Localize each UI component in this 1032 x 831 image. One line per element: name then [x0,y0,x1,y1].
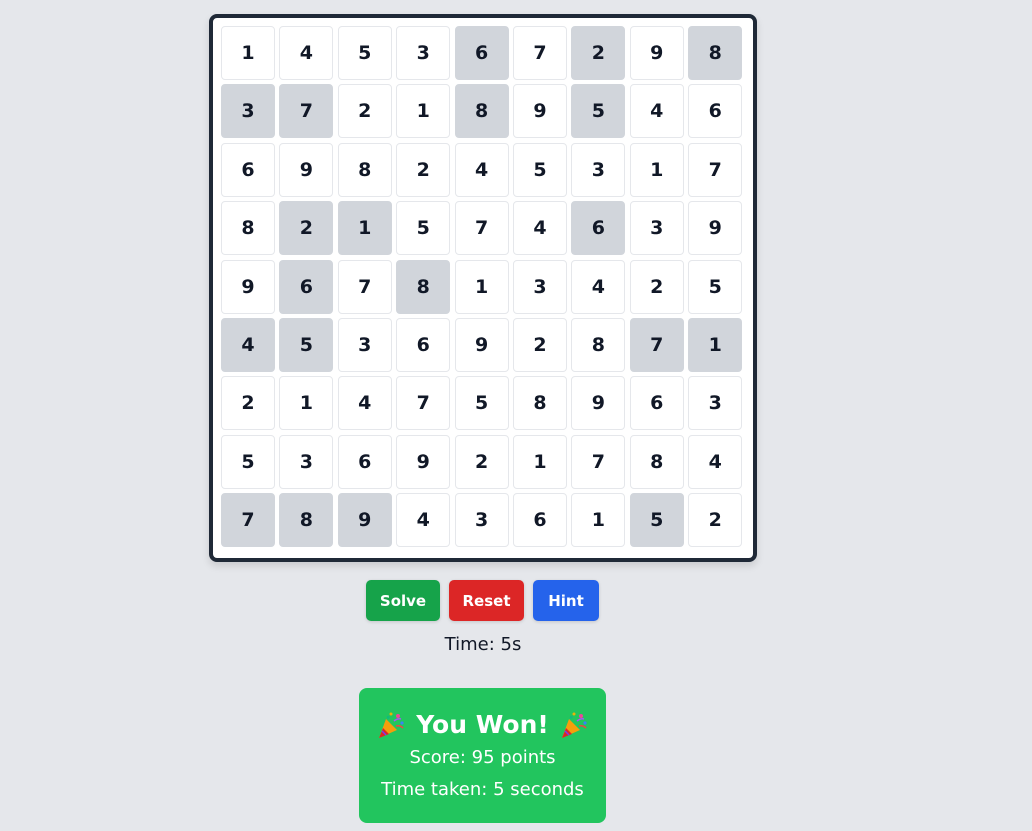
sudoku-cell[interactable]: 2 [279,201,334,256]
sudoku-cell[interactable]: 2 [396,142,451,197]
sudoku-cell[interactable]: 1 [396,84,451,139]
sudoku-cell[interactable]: 3 [513,259,567,314]
sudoku-cell[interactable]: 6 [454,26,509,80]
sudoku-cell[interactable]: 3 [337,318,392,372]
win-title-row: You Won! [359,708,606,742]
sudoku-cell[interactable]: 1 [513,434,567,489]
sudoku-cell[interactable]: 4 [337,376,392,431]
sudoku-cell[interactable]: 7 [571,434,626,489]
sudoku-cell[interactable]: 1 [571,493,626,548]
sudoku-cell[interactable]: 6 [629,376,684,431]
sudoku-cell[interactable]: 1 [454,259,509,314]
sudoku-cell[interactable]: 5 [337,26,392,80]
sudoku-cell[interactable]: 7 [279,84,334,139]
sudoku-cell[interactable]: 7 [688,142,743,197]
sudoku-cell[interactable]: 7 [337,259,392,314]
sudoku-cell[interactable]: 2 [221,376,275,431]
sudoku-cell[interactable]: 2 [629,259,684,314]
sudoku-cell[interactable]: 1 [279,376,334,431]
win-banner: You Won! Score: 95 points Time taken: 5 … [359,688,606,823]
sudoku-cell[interactable]: 8 [688,26,743,80]
sudoku-cell[interactable]: 5 [513,142,567,197]
sudoku-cell[interactable]: 1 [337,201,392,256]
sudoku-cell[interactable]: 4 [279,26,334,80]
sudoku-cell[interactable]: 8 [337,142,392,197]
sudoku-cell[interactable]: 7 [629,318,684,372]
sudoku-cell[interactable]: 5 [221,434,275,489]
reset-button[interactable]: Reset [449,580,524,621]
sudoku-cell[interactable]: 6 [513,493,567,548]
sudoku-cell[interactable]: 3 [279,434,334,489]
sudoku-cell[interactable]: 4 [454,142,509,197]
sudoku-cell[interactable]: 3 [688,376,743,431]
timer-display: Time: 5s [444,634,522,655]
party-popper-icon [561,712,587,738]
sudoku-cell[interactable]: 6 [571,201,626,256]
sudoku-cell[interactable]: 7 [396,376,451,431]
sudoku-cell[interactable]: 4 [221,318,275,372]
sudoku-cell[interactable]: 5 [629,493,684,548]
sudoku-cell[interactable]: 3 [454,493,509,548]
hint-button[interactable]: Hint [533,580,599,621]
sudoku-cell[interactable]: 3 [396,26,451,80]
sudoku-cell[interactable]: 1 [688,318,743,372]
sudoku-cell[interactable]: 5 [279,318,334,372]
sudoku-cell[interactable]: 6 [337,434,392,489]
sudoku-cell[interactable]: 9 [629,26,684,80]
sudoku-cell[interactable]: 9 [688,201,743,256]
sudoku-cell[interactable]: 8 [571,318,626,372]
sudoku-board: 1453672983721895466982453178215746399678… [209,14,757,562]
sudoku-cell[interactable]: 5 [396,201,451,256]
sudoku-cell[interactable]: 9 [513,84,567,139]
sudoku-cell[interactable]: 9 [571,376,626,431]
sudoku-cell[interactable]: 9 [279,142,334,197]
sudoku-cell[interactable]: 8 [513,376,567,431]
sudoku-cell[interactable]: 6 [396,318,451,372]
sudoku-cell[interactable]: 9 [454,318,509,372]
sudoku-cell[interactable]: 5 [454,376,509,431]
sudoku-cell[interactable]: 4 [629,84,684,139]
sudoku-cell[interactable]: 4 [688,434,743,489]
sudoku-cell[interactable]: 9 [221,259,275,314]
sudoku-cell[interactable]: 3 [221,84,275,139]
sudoku-cell[interactable]: 2 [454,434,509,489]
sudoku-cell[interactable]: 5 [688,259,743,314]
sudoku-cell[interactable]: 2 [513,318,567,372]
sudoku-cell[interactable]: 3 [629,201,684,256]
sudoku-cell[interactable]: 8 [629,434,684,489]
solve-button[interactable]: Solve [366,580,440,621]
sudoku-cell[interactable]: 8 [221,201,275,256]
sudoku-cell[interactable]: 7 [513,26,567,80]
sudoku-cell[interactable]: 2 [688,493,743,548]
sudoku-cell[interactable]: 6 [221,142,275,197]
sudoku-cell[interactable]: 3 [571,142,626,197]
sudoku-cell[interactable]: 4 [396,493,451,548]
sudoku-cell[interactable]: 4 [571,259,626,314]
sudoku-cell[interactable]: 6 [688,84,743,139]
sudoku-cell[interactable]: 8 [454,84,509,139]
sudoku-cell[interactable]: 1 [221,26,275,80]
sudoku-cell[interactable]: 2 [337,84,392,139]
sudoku-cell[interactable]: 7 [454,201,509,256]
score-text: Score: 95 points [409,747,556,768]
sudoku-cell[interactable]: 8 [396,259,451,314]
sudoku-cell[interactable]: 4 [513,201,567,256]
sudoku-cell[interactable]: 7 [221,493,275,548]
sudoku-cell[interactable]: 8 [279,493,334,548]
sudoku-cell[interactable]: 9 [337,493,392,548]
sudoku-cell[interactable]: 9 [396,434,451,489]
sudoku-cell[interactable]: 6 [279,259,334,314]
sudoku-cell[interactable]: 5 [571,84,626,139]
win-title: You Won! [416,710,549,739]
party-popper-icon [379,712,404,738]
time-taken-text: Time taken: 5 seconds [381,779,584,800]
sudoku-cell[interactable]: 1 [629,142,684,197]
sudoku-cell[interactable]: 2 [571,26,626,80]
